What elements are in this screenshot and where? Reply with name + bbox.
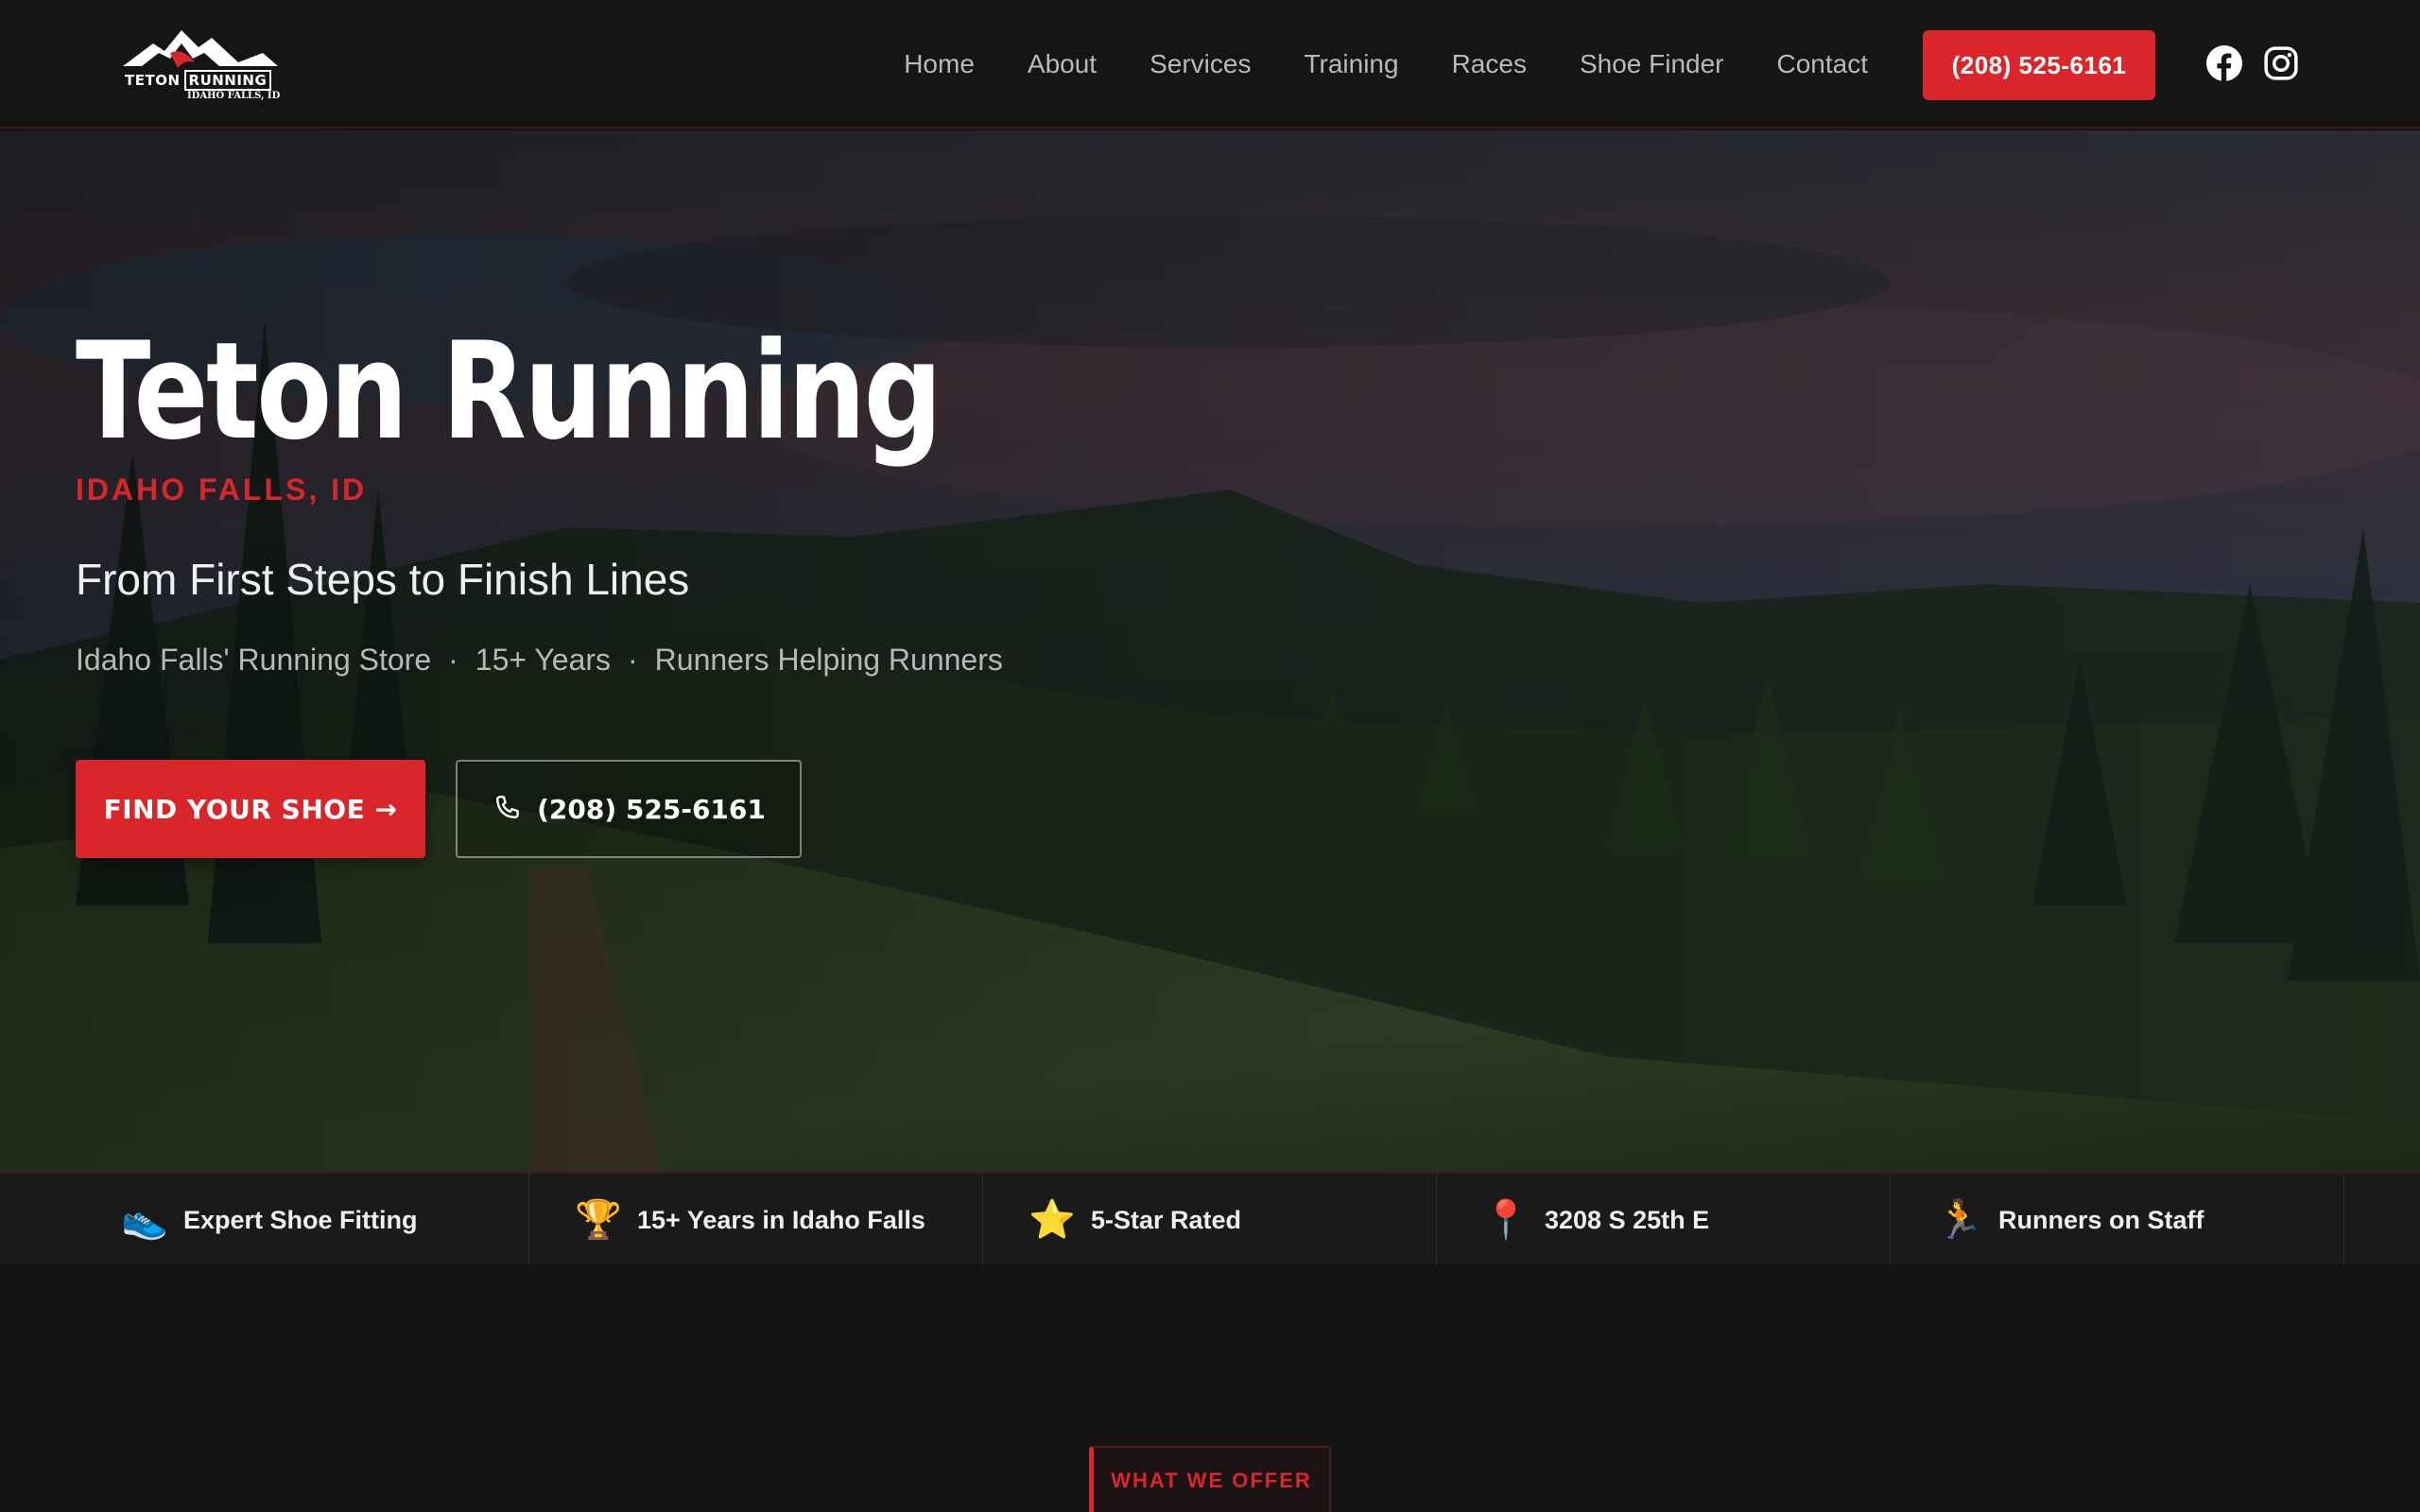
shoe-icon: 👟 <box>121 1199 168 1241</box>
pin-icon: 📍 <box>1482 1199 1530 1241</box>
feature-label: 5-Star Rated <box>1091 1205 1242 1234</box>
trophy-icon: 🏆 <box>575 1199 622 1241</box>
nav-link-home[interactable]: Home <box>904 49 975 79</box>
find-your-shoe-button[interactable]: FIND YOUR SHOE → <box>76 760 425 858</box>
facebook-icon[interactable] <box>2206 45 2242 81</box>
section-badge: WHAT WE OFFER <box>1089 1446 1331 1512</box>
teton-running-logo[interactable]: TETON RUNNING IDAHO FALLS, ID <box>121 25 280 104</box>
hero-title: Teton Running <box>76 314 942 470</box>
hero-tagline: From First Steps to Finish Lines <box>76 555 690 604</box>
feature-item: 🏃 Runners on Staff <box>1891 1174 2344 1266</box>
feature-label: Runners on Staff <box>1998 1205 2204 1234</box>
call-phone-label: (208) 525-6161 <box>537 793 766 825</box>
instagram-icon[interactable] <box>2263 45 2299 81</box>
hero-fact: 15+ Years <box>475 643 612 677</box>
star-icon: ⭐ <box>1028 1199 1076 1241</box>
hero-fact: Idaho Falls' Running Store <box>76 643 432 677</box>
nav-link-services[interactable]: Services <box>1150 49 1251 79</box>
nav-link-contact[interactable]: Contact <box>1777 49 1869 79</box>
feature-strip: 👟 Expert Shoe Fitting 🏆 15+ Years in Ida… <box>0 1172 2420 1266</box>
hero-fact: Runners Helping Runners <box>654 643 1003 677</box>
fact-separator: · <box>448 643 458 677</box>
feature-label: 3208 S 25th E <box>1545 1205 1710 1234</box>
feature-item: ⭐ 5-Star Rated <box>983 1174 1437 1266</box>
logo-wordmark: TETON RUNNING <box>125 70 272 91</box>
top-navigation: TETON RUNNING IDAHO FALLS, ID Home About … <box>0 0 2420 129</box>
services-section: WHAT WE OFFER <box>0 1264 2420 1512</box>
hero-section: Teton Running IDAHO FALLS, ID From First… <box>0 130 2420 1172</box>
runner-icon: 🏃 <box>1936 1199 1983 1241</box>
feature-label: 15+ Years in Idaho Falls <box>637 1205 925 1234</box>
call-phone-button[interactable]: (208) 525-6161 <box>456 760 802 858</box>
fact-separator: · <box>628 643 638 677</box>
logo-location: IDAHO FALLS, ID <box>187 91 281 101</box>
feature-item: 👟 Expert Shoe Fitting <box>0 1174 529 1266</box>
nav-links: Home About Services Training Races Shoe … <box>904 0 1868 129</box>
hero-location: IDAHO FALLS, ID <box>76 472 368 507</box>
find-your-shoe-label: FIND YOUR SHOE → <box>103 793 398 825</box>
hero-facts: Idaho Falls' Running Store · 15+ Years ·… <box>76 643 1003 678</box>
nav-link-races[interactable]: Races <box>1452 49 1527 79</box>
phone-icon <box>496 796 519 818</box>
nav-phone-button[interactable]: (208) 525-6161 <box>1923 30 2155 100</box>
nav-link-about[interactable]: About <box>1028 49 1097 79</box>
nav-link-shoe-finder[interactable]: Shoe Finder <box>1580 49 1724 79</box>
nav-link-training[interactable]: Training <box>1304 49 1398 79</box>
feature-item: 🏆 15+ Years in Idaho Falls <box>529 1174 983 1266</box>
feature-label: Expert Shoe Fitting <box>183 1205 418 1234</box>
feature-item: 📍 3208 S 25th E <box>1437 1174 1891 1266</box>
